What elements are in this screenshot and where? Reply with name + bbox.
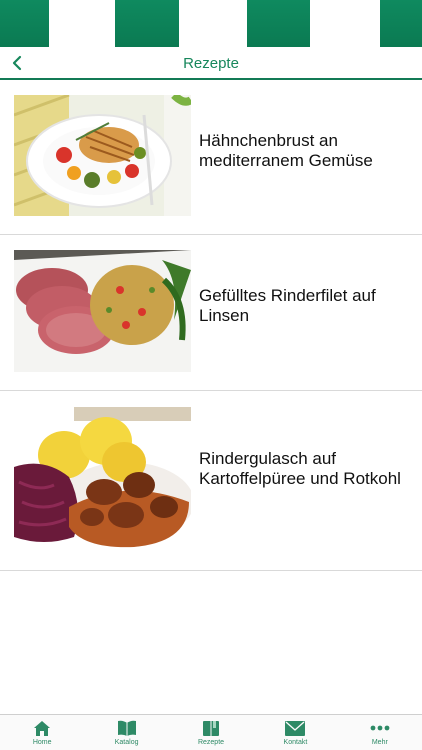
header-awning [0, 0, 422, 47]
recipe-title: Gefülltes Rinderfilet auf Linsen [199, 286, 376, 325]
recipe-title: Hähnchenbrust an mediterranem Gemüse [199, 131, 373, 170]
recipe-row-goulash[interactable]: Rindergulasch auf Kartoffelpüree und Rot… [0, 391, 422, 571]
recipe-image-chicken [14, 95, 191, 216]
awning-stripe [0, 0, 49, 47]
tab-label: Katalog [114, 739, 139, 746]
awning-stripe [247, 0, 310, 47]
recipe-image-goulash [14, 407, 191, 551]
recipe-image-beef-fillet [14, 250, 191, 372]
recipe-row-beef-fillet[interactable]: Gefülltes Rinderfilet auf Linsen [0, 235, 422, 391]
awning-stripe [380, 0, 422, 47]
tab-home[interactable]: Home [0, 715, 84, 750]
mail-icon [285, 719, 306, 737]
awning-stripe [49, 0, 115, 47]
book-icon [117, 719, 137, 737]
recipe-row-chicken[interactable]: Hähnchenbrust an mediterranem Gemüse [0, 80, 422, 235]
recipe-title: Rindergulasch auf Kartoffelpüree und Rot… [199, 449, 401, 488]
awning-stripe [310, 0, 380, 47]
tab-kontakt[interactable]: Kontakt [253, 715, 337, 750]
tab-label: Rezepte [197, 739, 225, 746]
page-title: Rezepte [183, 55, 239, 72]
awning-stripe [179, 0, 247, 47]
recipe-book-icon [201, 719, 221, 737]
tab-bar: Home Katalog Rezepte Kontakt Mehr [0, 714, 422, 750]
navigation-bar: Rezepte [0, 47, 422, 80]
tab-label: Mehr [371, 739, 388, 746]
tab-katalog[interactable]: Katalog [84, 715, 168, 750]
tab-mehr[interactable]: Mehr [338, 715, 422, 750]
tab-label: Home [32, 739, 52, 746]
awning-stripe [115, 0, 179, 47]
more-icon [370, 719, 390, 737]
tab-label: Kontakt [283, 739, 308, 746]
home-icon [32, 719, 52, 737]
tab-rezepte[interactable]: Rezepte [169, 715, 253, 750]
